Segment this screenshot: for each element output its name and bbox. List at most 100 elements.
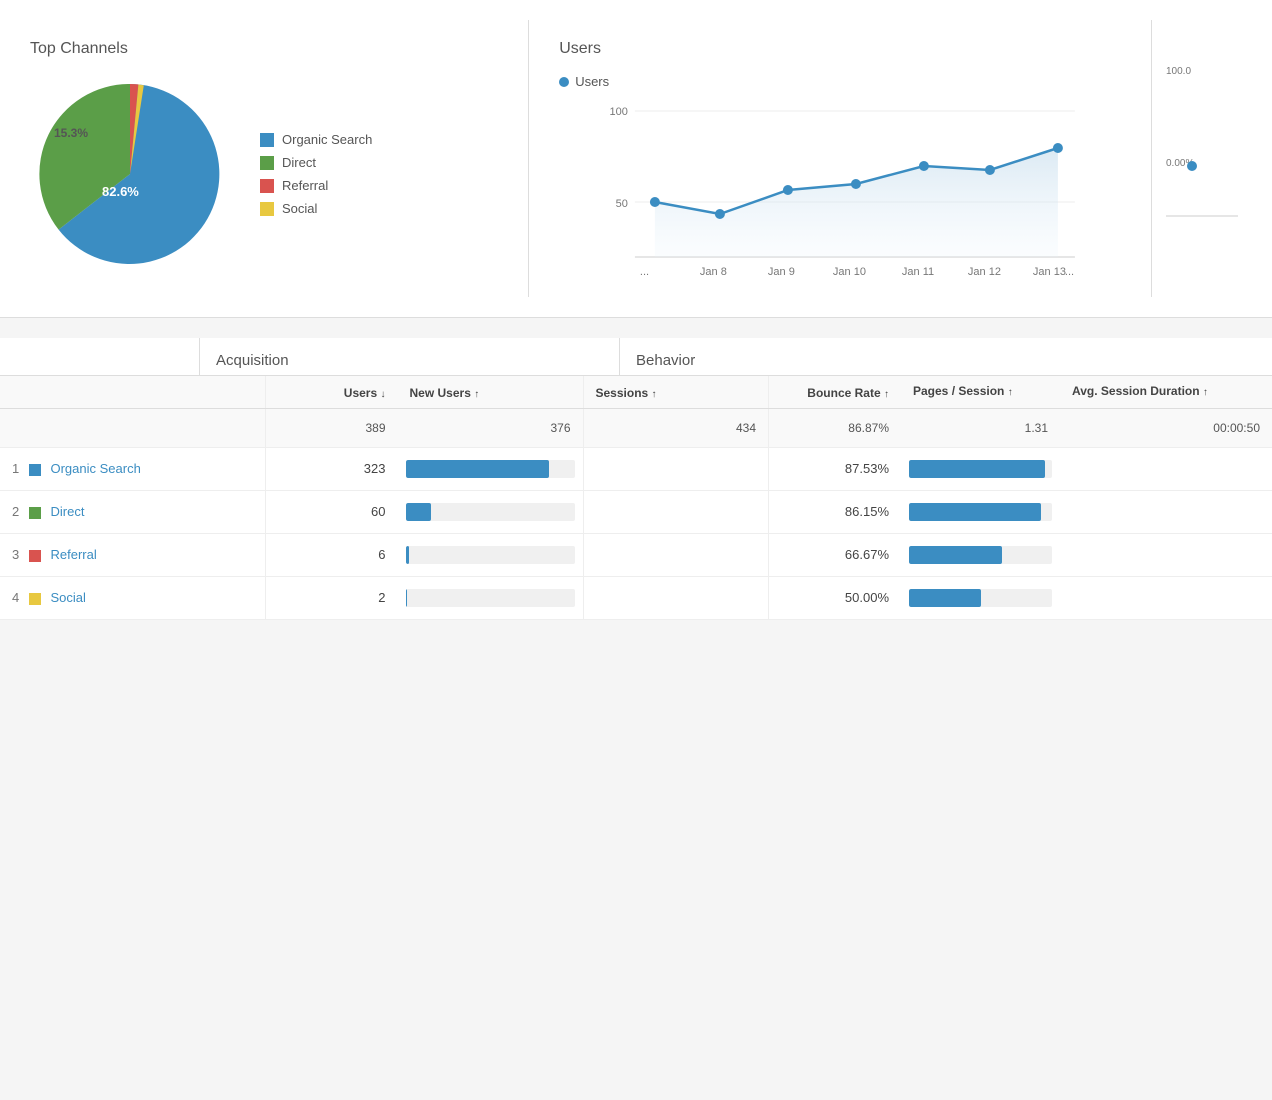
total-label xyxy=(0,408,265,447)
new-users-bar-container-referral xyxy=(406,546,575,564)
col-header-pages-session[interactable]: Pages / Session ↑ xyxy=(901,376,1060,408)
sort-icon-new-users[interactable]: ↑ xyxy=(474,389,479,400)
channel-indicator-organic xyxy=(29,464,41,476)
col-header-new-users[interactable]: New Users ↑ xyxy=(398,376,584,408)
avg-session-organic xyxy=(1060,447,1272,490)
new-users-bar-referral xyxy=(398,533,584,576)
legend-color-referral xyxy=(260,179,274,193)
bottom-table-section: Acquisition Behavior Users ↓ New Users ↑… xyxy=(0,338,1272,620)
legend-label-organic: Organic Search xyxy=(282,132,372,147)
legend-direct: Direct xyxy=(260,155,372,170)
svg-text:...: ... xyxy=(640,266,649,278)
bounce-bar-fill-social xyxy=(909,589,981,607)
rank-direct: 2 xyxy=(12,504,19,519)
total-sessions: 434 xyxy=(583,408,769,447)
users-chart-card: Users Users 100 50 xyxy=(529,20,1152,297)
data-point-1 xyxy=(715,209,725,219)
bounce-rate-organic: 87.53% xyxy=(769,447,902,490)
pie-chart-container: 82.6% 15.3% xyxy=(30,74,230,274)
channel-cell-referral: 3 Referral xyxy=(0,533,265,576)
new-users-bar-container-direct xyxy=(406,503,575,521)
users-line-chart-svg: 100 50 xyxy=(559,97,1121,287)
data-point-6 xyxy=(1053,143,1063,153)
avg-session-social xyxy=(1060,576,1272,619)
channel-cell-organic: 1 Organic Search xyxy=(0,447,265,490)
bounce-bar-container-social xyxy=(909,589,1052,607)
table-row: 3 Referral 6 66.67% xyxy=(0,533,1272,576)
channel-indicator-direct xyxy=(29,507,41,519)
sessions-organic xyxy=(583,447,769,490)
svg-text:100.0: 100.0 xyxy=(1166,66,1191,77)
sort-icon-sessions[interactable]: ↑ xyxy=(652,389,657,400)
svg-text:Jan 11: Jan 11 xyxy=(902,266,934,278)
channel-link-referral[interactable]: Referral xyxy=(50,547,96,562)
bounce-bar-fill-direct xyxy=(909,503,1041,521)
legend-color-organic xyxy=(260,133,274,147)
bounce-bar-fill-referral xyxy=(909,546,1002,564)
col-header-sessions[interactable]: Sessions ↑ xyxy=(583,376,769,408)
bounce-bar-container-referral xyxy=(909,546,1052,564)
avg-session-referral xyxy=(1060,533,1272,576)
total-bounce-rate: 86.87% xyxy=(769,408,902,447)
new-users-bar-container-social xyxy=(406,589,575,607)
col-header-channel xyxy=(0,376,265,408)
sessions-direct xyxy=(583,490,769,533)
third-chart-card: 100.0 0.00% xyxy=(1152,20,1272,297)
data-table: Users ↓ New Users ↑ Sessions ↑ Bounce Ra… xyxy=(0,376,1272,620)
new-users-bar-social xyxy=(398,576,584,619)
users-organic: 323 xyxy=(265,447,398,490)
rank-social: 4 xyxy=(12,590,19,605)
bounce-bar-fill-organic xyxy=(909,460,1045,478)
col-header-bounce-rate[interactable]: Bounce Rate ↑ xyxy=(769,376,902,408)
new-users-bar-organic xyxy=(398,447,584,490)
svg-text:Jan 9: Jan 9 xyxy=(768,266,795,278)
channel-link-direct[interactable]: Direct xyxy=(50,504,84,519)
total-users: 389 xyxy=(265,408,398,447)
top-channels-card: Top Channels xyxy=(0,20,529,297)
col-header-users[interactable]: Users ↓ xyxy=(265,376,398,408)
table-row: 2 Direct 60 86.15% xyxy=(0,490,1272,533)
pie-label-small: 15.3% xyxy=(54,126,88,140)
svg-text:100: 100 xyxy=(610,106,628,118)
pie-legend: Organic Search Direct Referral Social xyxy=(260,132,372,216)
sort-icon-bounce[interactable]: ↑ xyxy=(884,389,889,400)
line-chart-wrapper: 100 50 xyxy=(559,97,1121,277)
users-legend: Users xyxy=(559,74,1121,89)
table-row: 1 Organic Search 323 87.53% xyxy=(0,447,1272,490)
svg-text:Jan 13: Jan 13 xyxy=(1033,266,1066,278)
svg-text:...: ... xyxy=(1065,266,1074,278)
bounce-rate-referral: 66.67% xyxy=(769,533,902,576)
rank-referral: 3 xyxy=(12,547,19,562)
new-users-bar-direct xyxy=(398,490,584,533)
users-social: 2 xyxy=(265,576,398,619)
sort-icon-pages[interactable]: ↑ xyxy=(1008,387,1013,398)
data-point-3 xyxy=(851,179,861,189)
channel-link-social[interactable]: Social xyxy=(50,590,85,605)
users-dot xyxy=(559,77,569,87)
bounce-bar-referral xyxy=(901,533,1060,576)
svg-text:Jan 8: Jan 8 xyxy=(700,266,727,278)
behavior-group-header: Behavior xyxy=(620,338,1272,375)
table-header-row: Users ↓ New Users ↑ Sessions ↑ Bounce Ra… xyxy=(0,376,1272,408)
channel-indicator-referral xyxy=(29,550,41,562)
table-group-headers: Acquisition Behavior xyxy=(0,338,1272,376)
avg-session-direct xyxy=(1060,490,1272,533)
sort-icon-avg[interactable]: ↑ xyxy=(1203,387,1208,398)
channel-link-organic[interactable]: Organic Search xyxy=(50,461,140,476)
total-row: 389 376 434 86.87% 1.31 00:00:50 xyxy=(0,408,1272,447)
legend-organic: Organic Search xyxy=(260,132,372,147)
data-point-5 xyxy=(985,165,995,175)
acquisition-group-header: Acquisition xyxy=(200,338,620,375)
new-users-bar-fill-organic xyxy=(406,460,550,478)
svg-text:Jan 12: Jan 12 xyxy=(968,266,1001,278)
svg-text:Jan 10: Jan 10 xyxy=(833,266,866,278)
top-charts-section: Top Channels xyxy=(0,0,1272,318)
col-header-avg-session[interactable]: Avg. Session Duration ↑ xyxy=(1060,376,1272,408)
new-users-bar-fill-direct xyxy=(406,503,431,521)
sort-icon-users[interactable]: ↓ xyxy=(381,389,386,400)
total-pages-session: 1.31 xyxy=(901,408,1060,447)
channel-cell-direct: 2 Direct xyxy=(0,490,265,533)
legend-referral: Referral xyxy=(260,178,372,193)
pie-chart-svg xyxy=(30,74,230,274)
legend-social: Social xyxy=(260,201,372,216)
